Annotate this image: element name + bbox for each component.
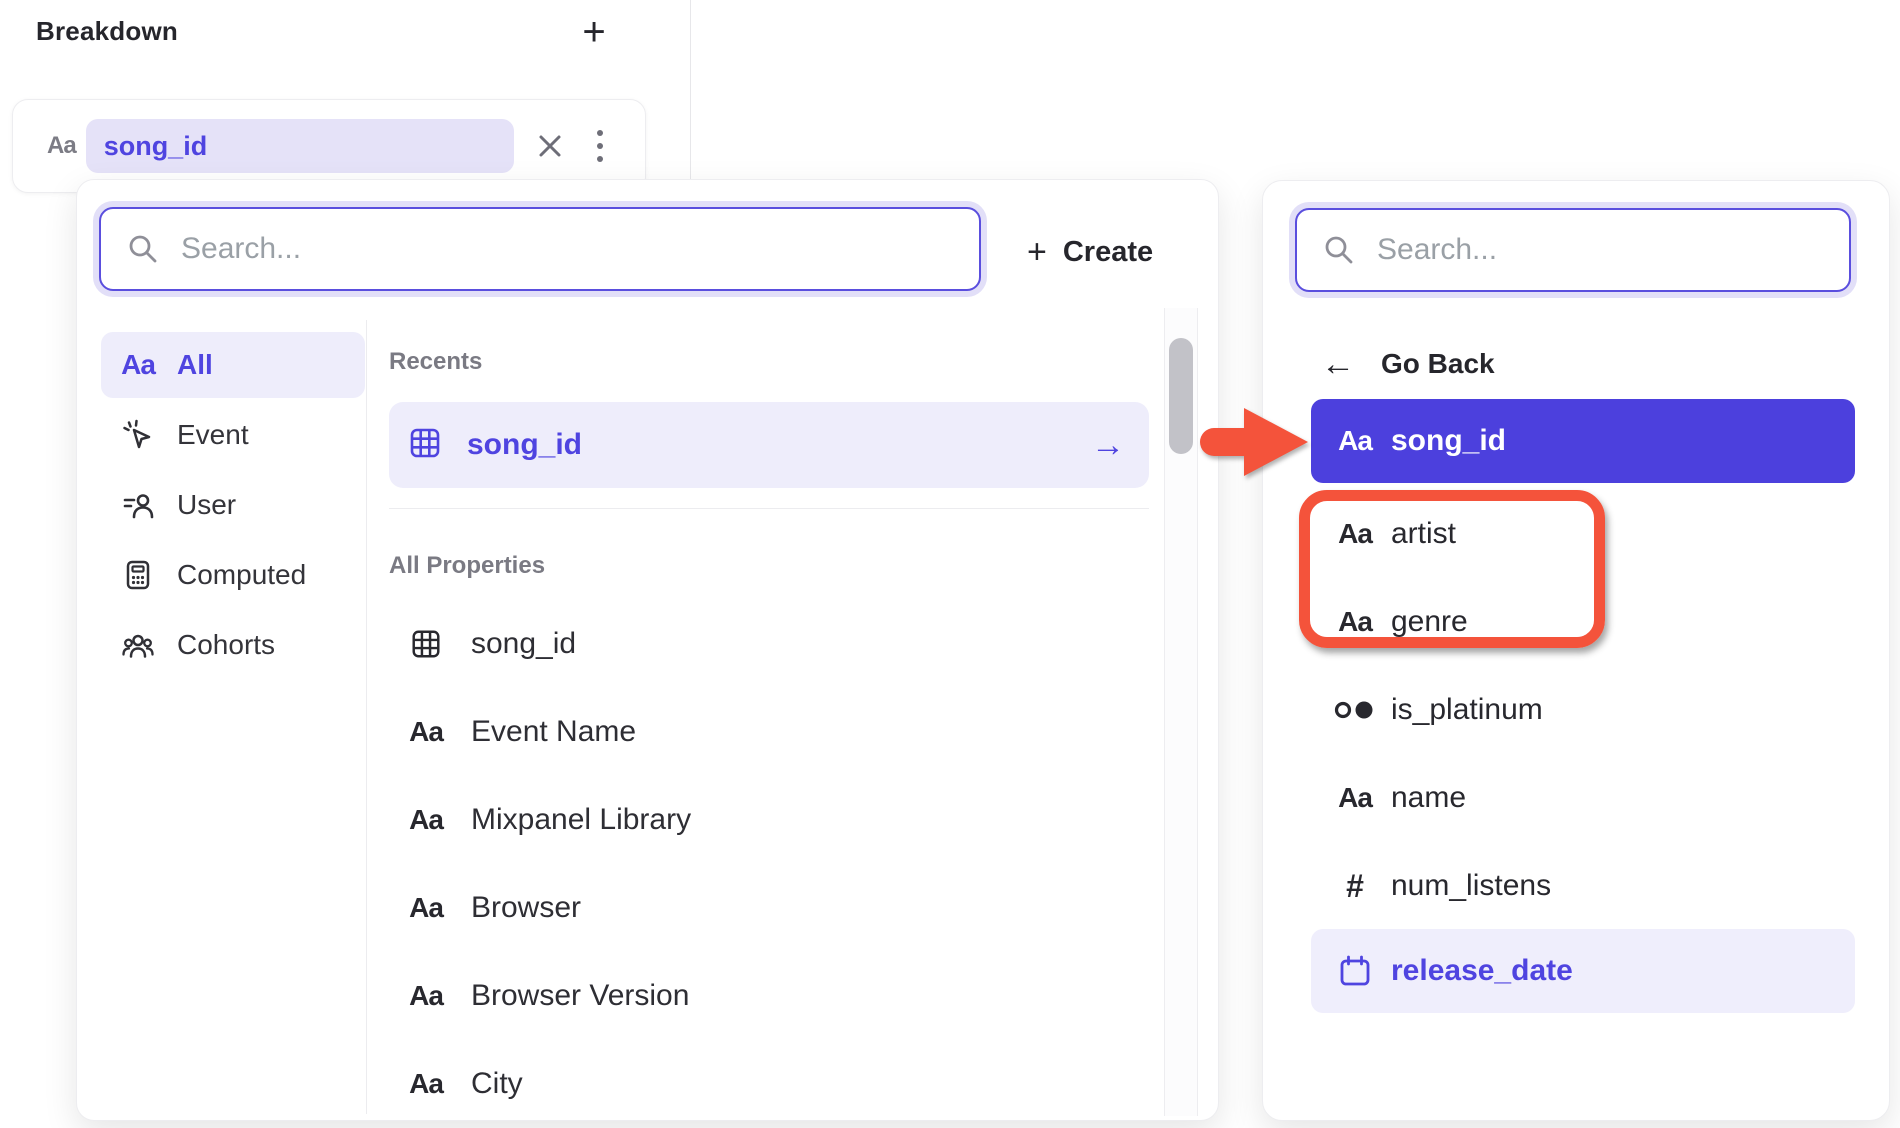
drilldown-row-num-listens[interactable]: # num_listens: [1311, 843, 1855, 929]
event-cursor-icon: [119, 417, 157, 453]
text-icon: Aa: [409, 716, 443, 748]
search-input[interactable]: [1375, 232, 1849, 268]
sidebar-item-event[interactable]: Event: [101, 402, 365, 468]
property-row-city[interactable]: Aa City: [389, 1040, 1149, 1128]
recents-heading: Recents: [389, 348, 482, 376]
grid-table-icon: [407, 425, 443, 466]
panel-divider: [690, 0, 691, 182]
text-icon: Aa: [1338, 425, 1372, 457]
text-icon: Aa: [121, 349, 155, 381]
arrow-left-icon: ←: [1321, 347, 1355, 381]
property-row-song-id[interactable]: song_id: [389, 600, 1149, 688]
search-input[interactable]: [179, 231, 979, 267]
text-type-icon: Aa: [47, 132, 76, 160]
drilldown-row-artist[interactable]: Aa artist: [1311, 491, 1855, 577]
drill-in-arrow-icon[interactable]: →: [1091, 426, 1125, 465]
cohorts-icon: [119, 627, 157, 663]
calendar-icon: [1333, 953, 1377, 989]
sidebar-item-cohorts[interactable]: Cohorts: [101, 612, 365, 678]
drilldown-row-release-date[interactable]: release_date: [1311, 929, 1855, 1013]
property-drilldown-panel: ← Go Back Aa song_id Aa artist Aa genre …: [1262, 180, 1890, 1121]
text-icon: Aa: [1338, 782, 1372, 814]
go-back-button[interactable]: ← Go Back: [1321, 341, 1495, 387]
boolean-icon: [1333, 692, 1377, 728]
user-icon: [119, 487, 157, 523]
add-breakdown-button[interactable]: +: [570, 8, 618, 56]
search-icon: [1321, 232, 1357, 268]
sidebar-item-computed[interactable]: Computed: [101, 542, 365, 608]
breakdown-section-title: Breakdown: [36, 16, 178, 47]
property-search-box: [99, 207, 981, 291]
text-icon: Aa: [409, 1068, 443, 1100]
property-row-browser-version[interactable]: Aa Browser Version: [389, 952, 1149, 1040]
drilldown-row-genre[interactable]: Aa genre: [1311, 579, 1855, 665]
plus-icon: +: [1027, 235, 1047, 269]
property-row-mixpanel-library[interactable]: Aa Mixpanel Library: [389, 776, 1149, 864]
property-row-event-name[interactable]: Aa Event Name: [389, 688, 1149, 776]
drilldown-row-is-platinum[interactable]: is_platinum: [1311, 667, 1855, 753]
property-picker-panel: + Create Aa All Event: [76, 179, 1219, 1121]
sidebar-item-user[interactable]: User: [101, 472, 365, 538]
close-icon: [535, 131, 565, 161]
text-icon: Aa: [1338, 606, 1372, 638]
drilldown-row-name[interactable]: Aa name: [1311, 755, 1855, 841]
category-sidebar: Aa All Event: [101, 332, 365, 678]
scrollbar-thumb[interactable]: [1169, 338, 1193, 454]
sidebar-item-all[interactable]: Aa All: [101, 332, 365, 398]
property-row-browser[interactable]: Aa Browser: [389, 864, 1149, 952]
all-properties-heading: All Properties: [389, 552, 545, 580]
text-icon: Aa: [409, 980, 443, 1012]
create-property-button[interactable]: + Create: [1027, 226, 1153, 278]
text-icon: Aa: [409, 892, 443, 924]
sidebar-list-divider: [366, 320, 367, 1114]
drilldown-row-song-id[interactable]: Aa song_id: [1311, 399, 1855, 483]
text-icon: Aa: [1338, 518, 1372, 550]
remove-breakdown-button[interactable]: [528, 124, 572, 168]
selected-breakdown-pill[interactable]: song_id: [86, 119, 514, 173]
recent-property-song-id[interactable]: song_id →: [389, 402, 1149, 488]
property-list: song_id Aa Event Name Aa Mixpanel Librar…: [389, 600, 1149, 1128]
grid-table-icon: [405, 627, 447, 661]
computed-calculator-icon: [119, 557, 157, 593]
screen: Breakdown + Aa song_id + Create: [0, 0, 1900, 1128]
section-divider: [389, 508, 1149, 509]
text-icon: Aa: [409, 804, 443, 836]
search-icon: [125, 231, 161, 267]
drilldown-search-box: [1295, 208, 1851, 292]
selected-breakdown-label: song_id: [104, 131, 208, 162]
breakdown-options-button[interactable]: [582, 124, 618, 168]
number-icon: #: [1346, 868, 1364, 905]
